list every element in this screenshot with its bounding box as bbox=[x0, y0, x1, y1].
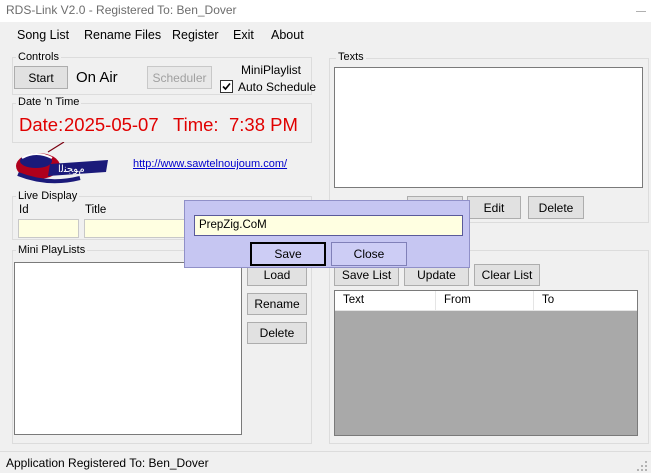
date-label: Date: bbox=[19, 114, 64, 135]
auto-schedule-checkbox[interactable] bbox=[220, 80, 233, 93]
dialog-input-value: PrepZig.CoM bbox=[199, 219, 267, 231]
id-field[interactable] bbox=[18, 219, 79, 238]
mini-playlist-label: MiniPlaylist bbox=[241, 63, 302, 77]
texts-label: Texts bbox=[336, 51, 366, 63]
window-title: RDS-Link V2.0 - Registered To: Ben_Dover bbox=[6, 3, 237, 17]
column-header-text[interactable]: Text bbox=[335, 291, 436, 311]
title-label: Title bbox=[85, 204, 107, 216]
column-header-to[interactable]: To bbox=[534, 291, 637, 311]
menu-rename-files[interactable]: Rename Files bbox=[84, 28, 161, 42]
id-label: Id bbox=[19, 204, 29, 216]
mini-playlists-listbox[interactable] bbox=[14, 262, 242, 435]
title-bar: RDS-Link V2.0 - Registered To: Ben_Dover bbox=[0, 0, 651, 22]
menu-bar: Song List Rename Files Register Exit Abo… bbox=[0, 24, 651, 46]
station-logo: ﻡﻮﺠﻨﻟﺍ bbox=[8, 141, 112, 188]
rename-button[interactable]: Rename bbox=[247, 293, 307, 315]
dialog-close-button[interactable]: Close bbox=[331, 242, 407, 266]
delete-playlist-button[interactable]: Delete bbox=[247, 322, 307, 344]
svg-text:ﻡﻮﺠﻨﻟﺍ: ﻡﻮﺠﻨﻟﺍ bbox=[58, 164, 85, 175]
texts-textarea[interactable] bbox=[334, 67, 643, 188]
controls-label: Controls bbox=[16, 51, 61, 63]
time-value: 7:38 PM bbox=[229, 114, 298, 135]
status-text: Application Registered To: Ben_Dover bbox=[6, 456, 209, 470]
input-dialog: PrepZig.CoM Save Close bbox=[184, 200, 470, 268]
menu-exit[interactable]: Exit bbox=[233, 28, 254, 42]
scheduler-button[interactable]: Scheduler bbox=[147, 66, 212, 89]
delete-text-button[interactable]: Delete bbox=[528, 196, 584, 219]
auto-schedule-label: Auto Schedule bbox=[238, 80, 317, 94]
time-label: Time: bbox=[173, 114, 219, 135]
live-display-label: Live Display bbox=[16, 190, 80, 202]
checkmark-icon bbox=[222, 82, 231, 91]
listview-header: Text From To bbox=[335, 291, 637, 311]
column-header-from[interactable]: From bbox=[436, 291, 534, 311]
station-url-link[interactable]: http://www.sawtelnoujoum.com/ bbox=[133, 158, 287, 170]
logo-icon: ﻡﻮﺠﻨﻟﺍ bbox=[16, 141, 108, 184]
title-field[interactable] bbox=[84, 219, 194, 238]
clear-list-button[interactable]: Clear List bbox=[474, 264, 540, 286]
dialog-input[interactable]: PrepZig.CoM bbox=[194, 215, 463, 236]
mini-playlists-label: Mini PlayLists bbox=[16, 244, 88, 256]
datetime-label: Date 'n Time bbox=[16, 96, 82, 108]
status-bar: Application Registered To: Ben_Dover bbox=[0, 451, 651, 473]
date-value: 2025-05-07 bbox=[64, 114, 159, 135]
on-air-status: On Air bbox=[76, 69, 118, 86]
edit-text-button[interactable]: Edit bbox=[467, 196, 521, 219]
resize-grip-icon[interactable] bbox=[636, 460, 648, 472]
minimize-button[interactable] bbox=[630, 0, 651, 22]
menu-register[interactable]: Register bbox=[172, 28, 219, 42]
menu-song-list[interactable]: Song List bbox=[17, 28, 69, 42]
start-button[interactable]: Start bbox=[14, 66, 68, 89]
menu-about[interactable]: About bbox=[271, 28, 304, 42]
texts-listview[interactable]: Text From To bbox=[334, 290, 638, 436]
dialog-save-button[interactable]: Save bbox=[250, 242, 326, 266]
